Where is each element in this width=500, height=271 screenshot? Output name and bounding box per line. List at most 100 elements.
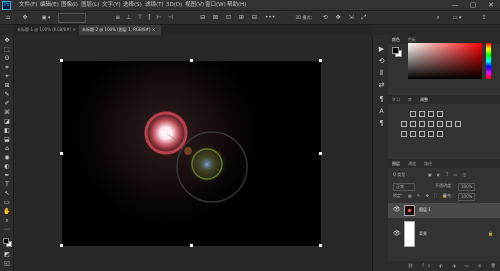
crop-tool-icon[interactable]: ⌖ [3, 73, 11, 81]
tab-layers[interactable]: 图层 [392, 160, 400, 168]
mode-dropdown[interactable]: ▣ ▾ [40, 13, 52, 23]
tab-untitled-2[interactable]: 未标题-2 @ 100% (图层 1, RGB/8#) × [79, 25, 161, 35]
layer-action-icons[interactable]: ⛓ fx ◐ ◑ ▭ ⊞ 🗑 [408, 263, 500, 269]
search-icon[interactable]: ⌕ [433, 13, 443, 23]
dodge-tool-icon[interactable]: ◐ [3, 163, 11, 171]
lasso-tool-icon[interactable]: ʘ [3, 55, 11, 63]
canvas-workspace[interactable] [14, 35, 372, 271]
marquee-tool-icon[interactable]: ⬚ [3, 46, 11, 54]
menu-window[interactable]: 窗口(W) [205, 1, 226, 10]
color-lookup-icon[interactable] [455, 121, 461, 127]
properties-icon[interactable]: ⫴ [377, 69, 386, 78]
move-tool-icon[interactable]: ✥ [20, 13, 30, 23]
layer-row[interactable]: 👁 图层 1 [388, 203, 500, 218]
close-icon[interactable]: ✕ [482, 0, 500, 11]
invert-icon[interactable] [401, 131, 407, 137]
distribute-icons[interactable]: ⊟ ⊠ ⊡ ⊞ ⊟ [200, 13, 260, 23]
visibility-eye-icon[interactable]: 👁 [393, 207, 401, 213]
menu-3d[interactable]: 3D(D) [166, 1, 182, 10]
black-white-icon[interactable] [428, 121, 434, 127]
blend-mode-dropdown[interactable]: 正常 [393, 183, 415, 191]
brush-tool-icon[interactable]: ⌘ [3, 109, 11, 117]
visibility-eye-icon[interactable]: 👁 [393, 231, 401, 237]
tab-paths[interactable]: 路径 [424, 160, 432, 168]
menu-select[interactable]: 选择(S) [123, 1, 142, 10]
move-tool-icon[interactable]: ✥ [3, 37, 11, 45]
screen-mode-icon[interactable]: ◱ [3, 260, 11, 268]
more-options-icon[interactable]: ••• [264, 13, 276, 23]
posterize-icon[interactable] [410, 131, 416, 137]
eraser-tool-icon[interactable]: ⬓ [3, 136, 11, 144]
healing-brush-tool-icon[interactable]: ✐ [3, 100, 11, 108]
transform-handle[interactable] [319, 244, 322, 247]
workspace-icon[interactable]: ▭ ▾ [450, 13, 464, 23]
history-brush-tool-icon[interactable]: ◧ [3, 127, 11, 135]
paragraph-styles-icon[interactable]: ¶ [377, 119, 386, 128]
menu-edit[interactable]: 编辑(E) [40, 1, 59, 10]
transform-handle[interactable] [60, 244, 63, 247]
rectangle-tool-icon[interactable]: ▭ [3, 199, 11, 207]
play-icon[interactable]: ▶ [377, 45, 386, 54]
auto-select-field[interactable] [58, 13, 86, 23]
minimize-icon[interactable]: — [446, 0, 464, 11]
selective-color-icon[interactable] [428, 131, 434, 137]
hue-saturation-icon[interactable] [410, 121, 416, 127]
layer-name[interactable]: 背景 [419, 231, 427, 237]
brightness-icon[interactable] [410, 111, 416, 117]
pen-tool-icon[interactable]: ✒ [3, 172, 11, 180]
tab-learn[interactable]: 学习 [392, 96, 400, 104]
color-balance-icon[interactable] [419, 121, 425, 127]
swap-icon[interactable]: ⇄ [377, 81, 386, 90]
maximize-icon[interactable]: ▢ [464, 0, 482, 11]
eyedropper-tool-icon[interactable]: ✎ [3, 91, 11, 99]
transform-handle[interactable] [60, 59, 63, 62]
layer-filter-dropdown[interactable]: Q 类型 [393, 172, 405, 178]
filter-icons[interactable]: ▣ ◐ T ▭ ◫ [428, 172, 468, 178]
tab-libraries[interactable]: 库 [408, 96, 412, 104]
transform-handle[interactable] [190, 59, 193, 62]
more-tools-icon[interactable]: ⋯ [3, 226, 11, 234]
menu-file[interactable]: 文件(F) [19, 1, 37, 10]
tab-untitled-1[interactable]: 未标题-1 @ 100% (RGB/8#) × [14, 25, 78, 35]
tab-color[interactable]: 颜色 [392, 36, 400, 44]
menu-type[interactable]: 文字(Y) [102, 1, 121, 10]
layer-name[interactable]: 图层 1 [419, 207, 431, 213]
type-tool-icon[interactable]: T [3, 181, 11, 189]
3d-mode-icons[interactable]: ⟲ ✥ ⇲ ⤢ [322, 13, 370, 23]
transform-handle[interactable] [319, 152, 322, 155]
color-foreground-swatch[interactable] [392, 47, 399, 54]
curves-icon[interactable] [428, 111, 434, 117]
levels-icon[interactable] [419, 111, 425, 117]
history-icon[interactable]: ⟲ [377, 57, 386, 66]
threshold-icon[interactable] [419, 131, 425, 137]
channel-mixer-icon[interactable] [446, 121, 452, 127]
home-icon[interactable]: ⌂ [3, 13, 13, 23]
exposure-icon[interactable] [437, 111, 443, 117]
foreground-color-swatch[interactable] [3, 238, 9, 244]
fill-input[interactable]: 100% [458, 193, 476, 201]
transform-handle[interactable] [60, 152, 63, 155]
tab-adjustments[interactable]: 调整 [420, 96, 428, 104]
photoshop-logo[interactable]: Ps [2, 1, 11, 10]
hand-tool-icon[interactable]: ✋ [3, 208, 11, 216]
menu-view[interactable]: 视图(V) [185, 1, 204, 10]
menu-image[interactable]: 图像(I) [61, 1, 78, 10]
path-select-tool-icon[interactable]: ↖ [3, 190, 11, 198]
transform-handle[interactable] [190, 244, 193, 247]
frame-tool-icon[interactable]: ⊞ [3, 82, 11, 90]
tab-channels[interactable]: 通道 [408, 160, 416, 168]
gradient-tool-icon[interactable]: ⌂ [3, 145, 11, 153]
align-icons[interactable]: ≡ ⊥ ⊤ ⫿ ⊢ ⊣ [100, 13, 190, 23]
color-field[interactable] [408, 43, 482, 79]
vibrance-icon[interactable] [401, 121, 407, 127]
clone-stamp-tool-icon[interactable]: ◪ [3, 118, 11, 126]
blur-tool-icon[interactable]: ◉ [3, 154, 11, 162]
quick-select-tool-icon[interactable]: ⌗ [3, 64, 11, 72]
paragraph-icon[interactable]: ¶ [377, 95, 386, 104]
menu-help[interactable]: 帮助(H) [227, 1, 246, 10]
zoom-tool-icon[interactable]: ⌕ [3, 217, 11, 225]
gradient-map-icon[interactable] [437, 131, 443, 137]
character-icon[interactable]: A [377, 107, 386, 116]
transform-handle[interactable] [319, 59, 322, 62]
opacity-input[interactable]: 100% [458, 183, 476, 191]
